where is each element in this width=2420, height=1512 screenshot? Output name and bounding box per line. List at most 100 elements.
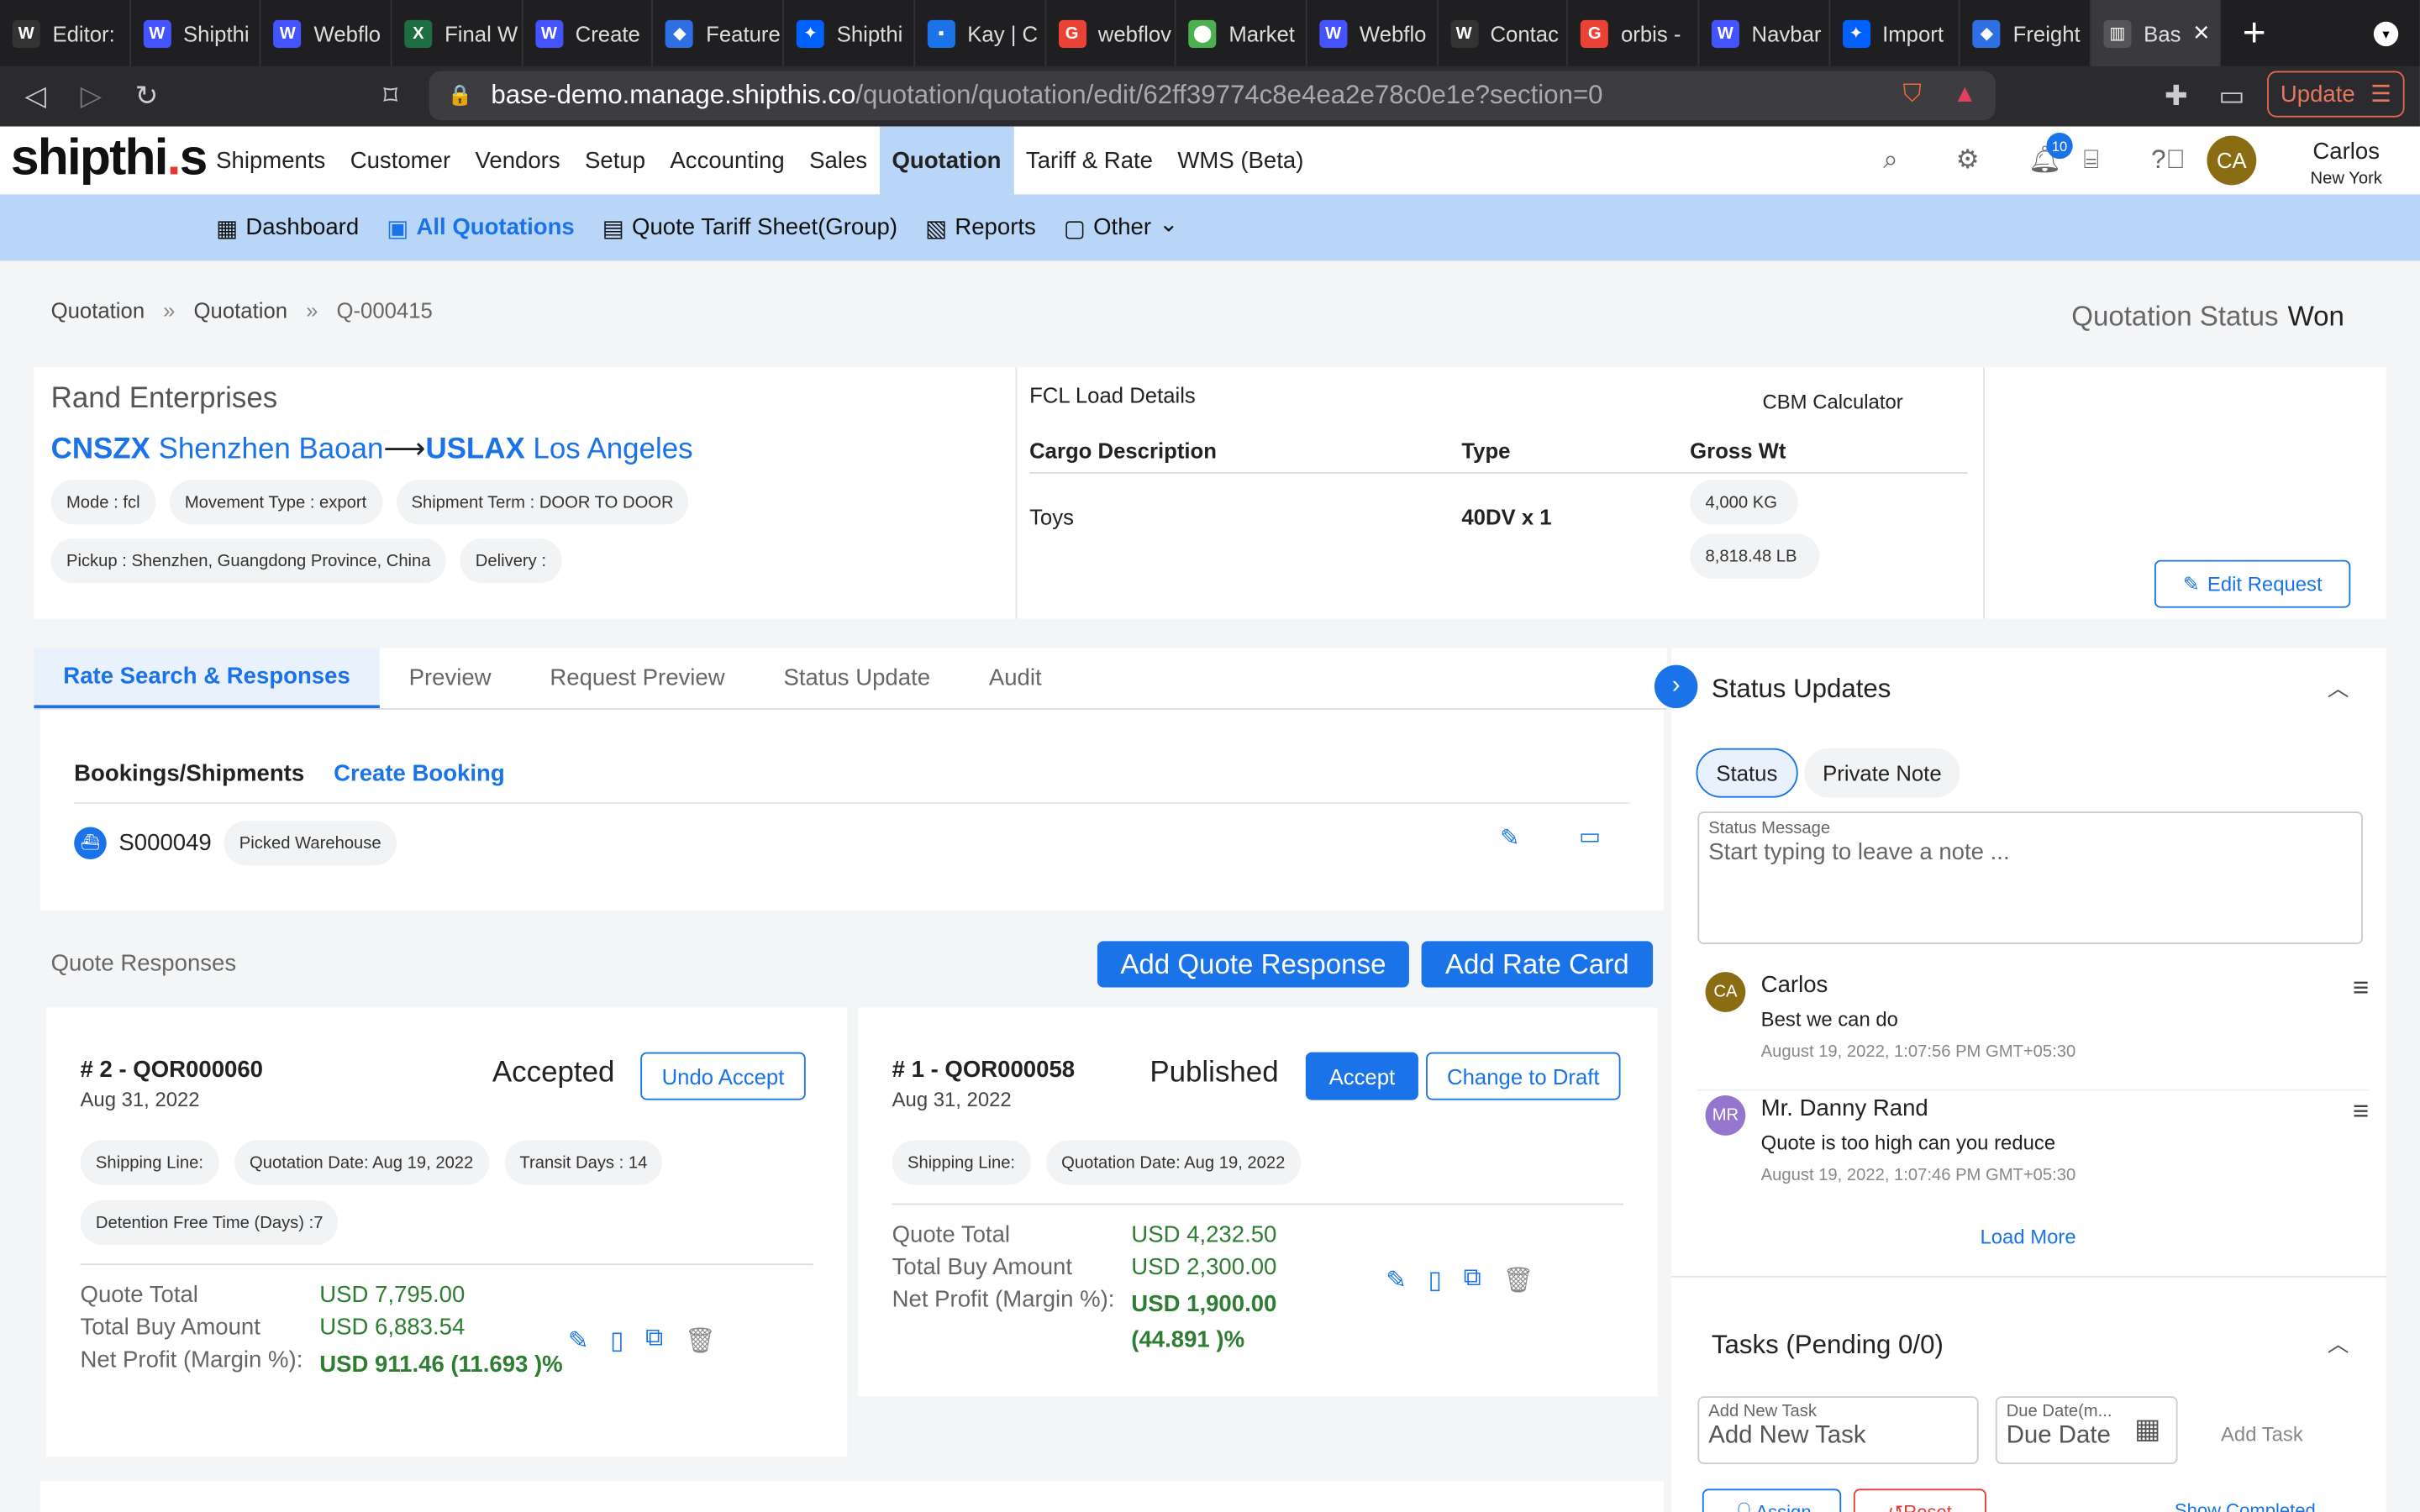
status-toggle[interactable]: Status <box>1696 748 1798 798</box>
money-icon[interactable]: ▭ <box>1579 822 1601 850</box>
assign-button[interactable]: 👤︎ Assign <box>1702 1488 1842 1512</box>
section-tab[interactable]: Request Preview <box>520 648 754 708</box>
dest-name: Los Angeles <box>533 433 693 466</box>
brave-rewards-icon[interactable]: ▲ <box>1953 81 1977 109</box>
browser-tab[interactable]: W Webflo <box>261 0 392 66</box>
browser-tab[interactable]: ✦ Shipthi <box>784 0 915 66</box>
subnav-item[interactable]: ▤ Quote Tariff Sheet(Group) <box>602 213 897 241</box>
cbm-calculator-link[interactable]: CBM Calculator <box>1763 391 1903 414</box>
nav-item[interactable]: Accounting <box>658 127 797 195</box>
breadcrumb-item[interactable]: Quotation <box>194 297 288 322</box>
browser-tab[interactable]: ◆ Feature <box>654 0 785 66</box>
help-icon[interactable]: ?⃝ <box>2130 145 2207 176</box>
copy-icon[interactable]: ⧉ <box>1464 1265 1481 1296</box>
calendar-icon[interactable]: ▦ <box>2134 1413 2160 1446</box>
browser-tab-active[interactable]: ▥ Bas × <box>2091 0 2222 66</box>
add-task-button[interactable]: Add Task <box>2221 1422 2303 1446</box>
cargo-description: Toys <box>1029 504 1074 529</box>
browser-tab[interactable]: ◆ Freight <box>1960 0 2091 66</box>
load-more-link[interactable]: Load More <box>1980 1225 2075 1248</box>
tab-search-icon[interactable]: ▾ <box>2373 21 2399 47</box>
reload-icon[interactable]: ↻ <box>118 81 174 113</box>
browser-tab[interactable]: W Navbar <box>1699 0 1830 66</box>
shipthis-logo[interactable]: shipthi.s <box>11 128 208 186</box>
browser-tab[interactable]: X Final W <box>392 0 523 66</box>
section-tab[interactable]: Status Update <box>755 648 960 708</box>
section-tab[interactable]: Rate Search & Responses <box>34 648 380 709</box>
section-tab[interactable]: Preview <box>380 648 521 708</box>
browser-tab[interactable]: ✦ Import <box>1830 0 1961 66</box>
subnav-item[interactable]: ▦ Dashboard <box>216 213 359 241</box>
nav-item[interactable]: WMS (Beta) <box>1165 127 1316 195</box>
nav-item[interactable]: Quotation <box>879 126 1014 195</box>
wallet-icon[interactable]: ▭ <box>2204 81 2260 113</box>
nav-item[interactable]: Tariff & Rate <box>1013 127 1165 195</box>
user-info[interactable]: Carlos New York <box>2311 139 2382 188</box>
subnav-item[interactable]: ▣ All Quotations <box>387 213 575 241</box>
delete-icon[interactable]: 🗑︎ <box>1502 1265 1534 1296</box>
booking-id[interactable]: S000049 <box>118 830 211 856</box>
due-date-field[interactable]: Due Date(m... Due Date ▦ <box>1995 1396 2178 1465</box>
note-item: MR Mr. Danny Rand Quote is too high can yo… <box>1705 1095 2369 1204</box>
browser-tab[interactable]: W Contac <box>1438 0 1569 66</box>
gift-icon[interactable]: ⌸ <box>2053 145 2130 176</box>
close-tab-icon[interactable]: × <box>2193 17 2209 50</box>
browser-tab[interactable]: Gorbis - <box>1569 0 1700 66</box>
browser-tab[interactable]: W Webflo <box>1307 0 1439 66</box>
new-task-field[interactable]: Add New Task Add New Task <box>1697 1396 1979 1465</box>
accept-button[interactable]: Accept <box>1305 1052 1418 1100</box>
nav-item[interactable]: Vendors <box>463 127 572 195</box>
subnav-item[interactable]: ▧ Reports <box>925 213 1036 241</box>
delete-icon[interactable]: 🗑︎ <box>685 1326 716 1357</box>
browser-tab[interactable]: W Shipthi <box>131 0 262 66</box>
nav-item[interactable]: Customer <box>338 127 463 195</box>
nav-item[interactable]: Setup <box>572 127 657 195</box>
forward-icon[interactable]: ▷ <box>63 81 118 113</box>
collapse-panel-button[interactable]: › <box>1654 664 1698 709</box>
book-icon[interactable]: ▯ <box>610 1326 623 1357</box>
change-to-draft-button[interactable]: Change to Draft <box>1426 1052 1621 1100</box>
reset-button[interactable]: ↺ Reset <box>1853 1488 1986 1512</box>
column-header: Cargo Description <box>1029 438 1462 474</box>
private-note-toggle[interactable]: Private Note <box>1804 748 1960 798</box>
avatar[interactable]: CA <box>2207 135 2257 186</box>
book-icon[interactable]: ▯ <box>1428 1265 1442 1296</box>
edit-icon[interactable]: ✎ <box>568 1326 589 1357</box>
edit-icon[interactable]: ✎ <box>1500 824 1519 852</box>
pencil-icon: ✎ <box>2182 571 2200 596</box>
chevron-up-icon[interactable]: ︿ <box>2328 673 2349 704</box>
create-booking-link[interactable]: Create Booking <box>334 760 505 786</box>
brave-shield-icon[interactable]: ⛉ <box>1903 81 1922 109</box>
browser-tab[interactable]: W Editor: <box>0 0 131 66</box>
chevron-up-icon[interactable]: ︿ <box>2328 1328 2349 1359</box>
edit-icon[interactable]: ✎ <box>1386 1265 1407 1296</box>
chevron-down-icon: ⌄ <box>1159 210 1179 237</box>
section-tab[interactable]: Audit <box>960 648 1071 708</box>
show-completed-link[interactable]: Show Completed <box>2175 1499 2316 1512</box>
edit-request-button[interactable]: ✎ Edit Request <box>2154 559 2351 608</box>
new-tab-icon[interactable]: + <box>2243 9 2266 57</box>
undo-accept-button[interactable]: Undo Accept <box>640 1052 806 1100</box>
bookmark-icon[interactable]: ⌑ <box>363 81 418 113</box>
menu-icon[interactable]: ≡ <box>2353 972 2369 1005</box>
add-rate-card-button[interactable]: Add Rate Card <box>1421 941 1654 988</box>
nav-item[interactable]: Shipments <box>203 127 338 195</box>
browser-tab[interactable]: Gwebflov <box>1045 0 1176 66</box>
status-message-field[interactable]: Status Message Start typing to leave a n… <box>1697 811 2363 945</box>
update-button[interactable]: Update ☰ <box>2267 71 2405 118</box>
gear-icon[interactable]: ⚙ <box>1929 145 2007 176</box>
nav-item[interactable]: Sales <box>797 127 879 195</box>
breadcrumb-item[interactable]: Quotation <box>51 297 145 322</box>
extensions-icon[interactable]: ✚ <box>2149 81 2204 113</box>
browser-tab[interactable]: ▪ Kay | C <box>915 0 1046 66</box>
browser-tab[interactable]: W Create <box>523 0 654 66</box>
viewport: W Editor: W Shipthi W Webflo X Final W W Create ◆ F… <box>0 0 2420 1512</box>
url-field[interactable]: 🔒 base-demo.manage.shipthis.co /quotatio… <box>429 71 1996 121</box>
menu-icon[interactable]: ≡ <box>2353 1095 2369 1128</box>
copy-icon[interactable]: ⧉ <box>645 1326 663 1357</box>
browser-tab[interactable]: ⬤ Market <box>1176 0 1307 66</box>
add-quote-response-button[interactable]: Add Quote Response <box>1097 941 1409 988</box>
search-icon[interactable]: ⌕ <box>1852 145 1929 176</box>
back-icon[interactable]: ◁ <box>8 81 63 113</box>
subnav-item[interactable]: ▢ Other ⌄ <box>1064 211 1178 242</box>
